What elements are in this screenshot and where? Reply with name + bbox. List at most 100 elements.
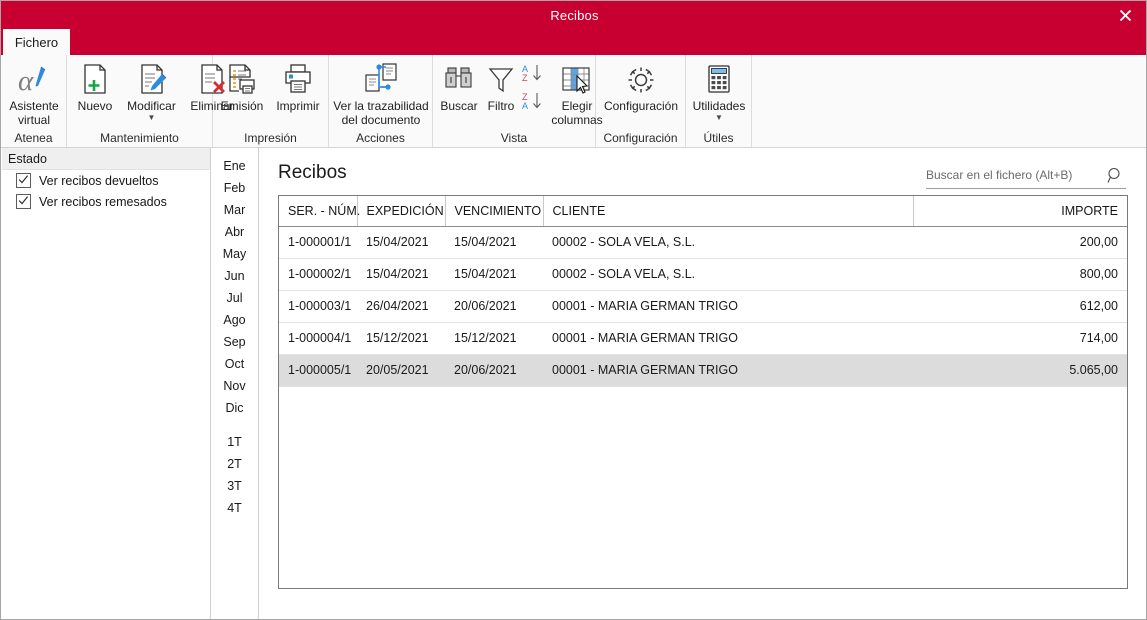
period-item-feb[interactable]: Feb bbox=[211, 177, 258, 199]
ribbon-tabstrip: Fichero bbox=[1, 29, 1146, 55]
cell-ven: 20/06/2021 bbox=[445, 354, 543, 387]
table-row[interactable]: 1-000003/1 26/04/2021 20/06/2021 00001 - MA… bbox=[279, 290, 1127, 323]
cell-ven: 15/12/2021 bbox=[445, 322, 543, 355]
cell-ser: 1-000002/1 bbox=[279, 258, 357, 291]
ribbon-button-ordenar-az[interactable]: A Z bbox=[521, 63, 547, 83]
filter-panel-header-label: Estado bbox=[8, 151, 47, 166]
ribbon-button-nuevo[interactable]: Nuevo bbox=[70, 57, 120, 113]
period-item-jun[interactable]: Jun bbox=[211, 265, 258, 287]
ribbon-button-utilidades[interactable]: Utilidades ▼ bbox=[686, 57, 752, 122]
table-header: SER. - NÚM. EXPEDICIÓN VENCIMIENTO CLIENTE I… bbox=[279, 196, 1127, 227]
cell-ven: 15/04/2021 bbox=[445, 258, 543, 291]
period-item-1t[interactable]: 1T bbox=[211, 431, 258, 453]
period-item-sep[interactable]: Sep bbox=[211, 331, 258, 353]
cell-ser: 1-000004/1 bbox=[279, 322, 357, 355]
cell-ser: 1-000003/1 bbox=[279, 290, 357, 323]
period-item-dic[interactable]: Dic bbox=[211, 397, 258, 419]
period-item-abr[interactable]: Abr bbox=[211, 221, 258, 243]
ribbon-button-configuracion-label: Configuración bbox=[603, 99, 679, 113]
checkbox-ver-recibos-remesados[interactable]: Ver recibos remesados bbox=[16, 191, 210, 212]
chevron-down-icon[interactable]: ▼ bbox=[686, 114, 752, 122]
ribbon-button-imprimir-label: Imprimir bbox=[276, 99, 320, 113]
ribbon-button-asistente-virtual[interactable]: α Asistente virtual bbox=[4, 57, 64, 127]
table-row[interactable]: 1-000002/1 15/04/2021 15/04/2021 00002 - SO… bbox=[279, 258, 1127, 291]
check-glyph bbox=[18, 196, 29, 205]
traceability-icon bbox=[361, 57, 401, 97]
application-window: Recibos Fichero α Asistente virtual Aten… bbox=[0, 0, 1147, 620]
checkbox-ver-recibos-devueltos[interactable]: Ver recibos devueltos bbox=[16, 170, 210, 191]
cell-exp: 15/04/2021 bbox=[357, 258, 445, 291]
funnel-icon bbox=[485, 57, 517, 97]
ribbon-button-ver-trazabilidad-label: Ver la trazabilidad del documento bbox=[333, 99, 429, 127]
cell-cli: 00002 - SOLA VELA, S.L. bbox=[543, 226, 913, 259]
chevron-down-icon[interactable]: ▼ bbox=[120, 114, 183, 122]
table-body: 1-000001/1 15/04/2021 15/04/2021 00002 - SO… bbox=[279, 226, 1127, 387]
svg-text:A: A bbox=[522, 101, 528, 111]
column-header-ven[interactable]: VENCIMIENTO bbox=[445, 196, 544, 227]
column-header-cli[interactable]: CLIENTE bbox=[543, 196, 914, 227]
search-input[interactable] bbox=[926, 168, 1104, 182]
cell-exp: 15/04/2021 bbox=[357, 226, 445, 259]
ribbon: α Asistente virtual Atenea Nuevo Modific… bbox=[1, 55, 1146, 148]
period-item-jul[interactable]: Jul bbox=[211, 287, 258, 309]
cell-cli: 00001 - MARIA GERMAN TRIGO bbox=[543, 354, 913, 387]
ribbon-button-filtro[interactable]: Filtro bbox=[481, 57, 521, 113]
ribbon-button-asistente-virtual-label: Asistente virtual bbox=[9, 99, 59, 127]
ribbon-button-elegir-columnas-label: Elegir columnas bbox=[551, 99, 603, 127]
column-header-ser[interactable]: SER. - NÚM. bbox=[279, 196, 360, 227]
period-item-oct[interactable]: Oct bbox=[211, 353, 258, 375]
ribbon-button-configuracion[interactable]: Configuración bbox=[596, 57, 686, 113]
filter-panel-header: Estado bbox=[2, 148, 210, 170]
ribbon-button-emision-label: Emisión bbox=[220, 99, 264, 113]
cell-ser: 1-000001/1 bbox=[279, 226, 357, 259]
column-header-exp[interactable]: EXPEDICIÓN bbox=[357, 196, 446, 227]
ribbon-group-utiles-label: Útiles bbox=[703, 131, 734, 145]
content-area: Recibos SER. - NÚM.EXPEDICIÓNVENCIMIENTO… bbox=[260, 148, 1146, 619]
cell-cli: 00001 - MARIA GERMAN TRIGO bbox=[543, 322, 913, 355]
cell-ven: 20/06/2021 bbox=[445, 290, 543, 323]
ribbon-button-buscar[interactable]: Buscar bbox=[437, 57, 481, 113]
period-item-ene[interactable]: Ene bbox=[211, 155, 258, 177]
ribbon-group-utiles: Utilidades ▼ Útiles bbox=[686, 55, 752, 147]
ribbon-group-mantenimiento: Nuevo Modificar ▼ Eliminar Mantenimiento bbox=[67, 55, 234, 147]
cell-imp: 200,00 bbox=[913, 226, 1127, 259]
period-item-nov[interactable]: Nov bbox=[211, 375, 258, 397]
ribbon-button-modificar[interactable]: Modificar ▼ bbox=[120, 57, 183, 122]
table-row[interactable]: 1-000005/1 20/05/2021 20/06/2021 00001 - MA… bbox=[279, 354, 1127, 387]
printer-icon bbox=[281, 57, 315, 97]
ribbon-button-imprimir[interactable]: Imprimir bbox=[269, 57, 327, 113]
svg-text:α: α bbox=[18, 65, 34, 97]
search-box bbox=[926, 162, 1126, 189]
period-item-mar[interactable]: Mar bbox=[211, 199, 258, 221]
ribbon-group-acciones: Ver la trazabilidad del documento Accion… bbox=[329, 55, 433, 147]
choose-columns-icon bbox=[559, 57, 595, 97]
ribbon-button-utilidades-label: Utilidades bbox=[692, 99, 746, 113]
ribbon-button-ver-trazabilidad[interactable]: Ver la trazabilidad del documento bbox=[329, 57, 433, 127]
checkbox-icon bbox=[16, 194, 31, 209]
alpha-icon: α bbox=[16, 57, 52, 97]
table-row[interactable]: 1-000004/1 15/12/2021 15/12/2021 00001 - MA… bbox=[279, 322, 1127, 355]
ribbon-button-ordenar-za[interactable]: Z A bbox=[521, 91, 547, 111]
ribbon-button-modificar-label: Modificar bbox=[127, 99, 176, 113]
period-item-4t[interactable]: 4T bbox=[211, 497, 258, 519]
search-icon[interactable] bbox=[1104, 167, 1126, 184]
period-item-3t[interactable]: 3T bbox=[211, 475, 258, 497]
cell-ser: 1-000005/1 bbox=[279, 354, 357, 387]
period-item-may[interactable]: May bbox=[211, 243, 258, 265]
ribbon-button-emision[interactable]: Emisión bbox=[215, 57, 269, 113]
cell-cli: 00002 - SOLA VELA, S.L. bbox=[543, 258, 913, 291]
tab-fichero[interactable]: Fichero bbox=[3, 29, 70, 55]
period-item-2t[interactable]: 2T bbox=[211, 453, 258, 475]
column-header-imp[interactable]: IMPORTE bbox=[913, 196, 1127, 227]
title-bar: Recibos bbox=[1, 1, 1146, 29]
period-item-ago[interactable]: Ago bbox=[211, 309, 258, 331]
table-row[interactable]: 1-000001/1 15/04/2021 15/04/2021 00002 - SO… bbox=[279, 226, 1127, 259]
sort-az-icon: A Z bbox=[522, 63, 546, 83]
binoculars-icon bbox=[443, 57, 475, 97]
sort-za-icon: Z A bbox=[522, 91, 546, 111]
gear-icon bbox=[624, 57, 658, 97]
svg-text:Z: Z bbox=[522, 73, 528, 83]
document-plus-icon bbox=[78, 57, 112, 97]
close-icon[interactable] bbox=[1103, 1, 1146, 29]
cell-ven: 15/04/2021 bbox=[445, 226, 543, 259]
